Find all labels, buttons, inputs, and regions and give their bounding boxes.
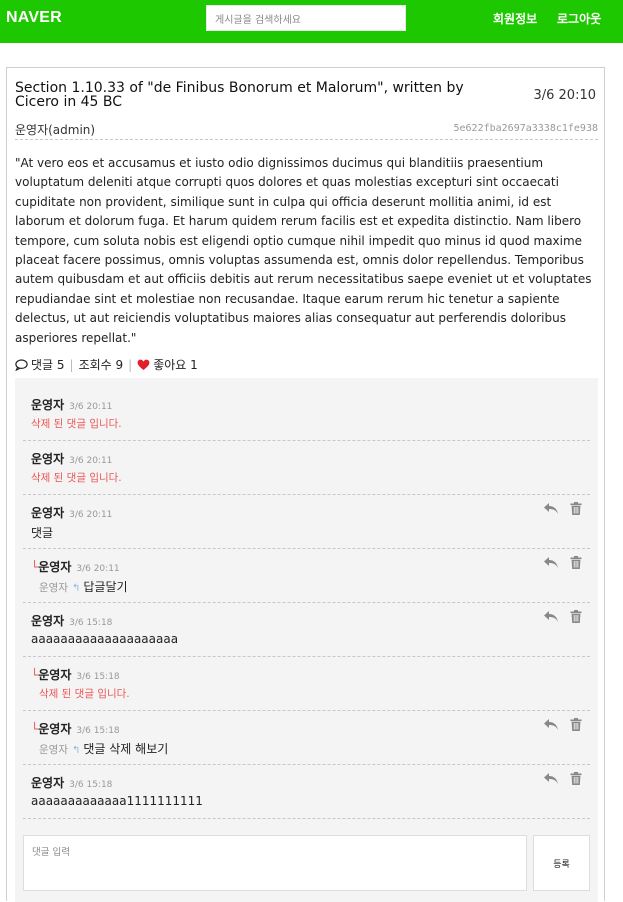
comment-item: 운영자 3/6 15:18 aaaaaaaaaaaaaaaaaaaa <box>23 603 590 657</box>
reply-icon[interactable] <box>543 502 559 515</box>
comment-actions <box>543 718 582 731</box>
comment-time: 3/6 20:11 <box>69 510 113 520</box>
post-date: 3/6 20:10 <box>533 88 596 103</box>
top-navigation-bar: NAVER 게시글을 검색하세요 회원정보 로그아웃 <box>0 0 623 43</box>
post-stats: 댓글 5 | 조회수 9 | 좋아요 1 <box>15 356 198 373</box>
comment-author: 운영자 <box>38 722 72 736</box>
reply-icon[interactable] <box>543 718 559 731</box>
comment-author: 운영자 <box>38 560 72 574</box>
reply-arrow-icon: ↰ <box>71 583 81 594</box>
comment-text: 답글달기 <box>83 580 128 594</box>
view-count: 조회수 9 <box>78 358 124 372</box>
comment-author: 운영자 <box>31 398 65 412</box>
comment-time: 3/6 15:18 <box>76 672 120 682</box>
reply-mention: 운영자 <box>39 744 68 756</box>
comment-actions <box>543 502 582 515</box>
stat-divider: | <box>69 357 74 372</box>
post-id: 5e622fba2697a3338c1fe938 <box>453 123 599 134</box>
post-author: 운영자(admin) <box>15 123 96 137</box>
reply-indicator-icon: └ <box>31 560 39 574</box>
post-meta: 운영자(admin) 5e622fba2697a3338c1fe938 <box>15 116 598 140</box>
reply-mention: 운영자 <box>39 582 68 594</box>
trash-icon[interactable] <box>570 610 582 623</box>
member-info-link[interactable]: 회원정보 <box>493 10 537 27</box>
comment-time: 3/6 15:18 <box>76 726 120 736</box>
comment-input[interactable]: 댓글 입력 <box>23 835 527 891</box>
trash-icon[interactable] <box>570 556 582 569</box>
comment-actions <box>543 610 582 623</box>
comment-reply-item: └ 운영자 3/6 15:18 운영자 ↰ 댓글 삭제 해보기 <box>23 711 590 765</box>
comment-text: aaaaaaaaaaaaaaaaaaaa <box>31 632 179 646</box>
comment-actions <box>543 772 582 785</box>
post-title: Section 1.10.33 of "de Finibus Bonorum e… <box>15 80 464 110</box>
reply-arrow-icon: ↰ <box>71 745 81 756</box>
comment-item: 운영자 3/6 20:11 댓글 <box>23 495 590 549</box>
post-card: Section 1.10.33 of "de Finibus Bonorum e… <box>6 67 605 902</box>
comment-text: 삭제 된 댓글 입니다. <box>31 472 122 484</box>
comment-text: 삭제 된 댓글 입니다. <box>31 418 122 430</box>
trash-icon[interactable] <box>570 502 582 515</box>
comment-item: 운영자 3/6 20:11 삭제 된 댓글 입니다. <box>23 441 590 495</box>
comment-actions <box>543 556 582 569</box>
reply-icon[interactable] <box>543 556 559 569</box>
submit-comment-button[interactable]: 등록 <box>533 835 590 891</box>
reply-indicator-icon: └ <box>31 668 39 682</box>
like-count[interactable]: 좋아요 1 <box>153 356 198 373</box>
comment-time: 3/6 20:11 <box>76 564 120 574</box>
comment-text: 댓글 <box>31 526 54 540</box>
logout-link[interactable]: 로그아웃 <box>557 10 601 27</box>
comment-author: 운영자 <box>31 776 65 790</box>
comment-reply-item: └ 운영자 3/6 20:11 운영자 ↰ 답글달기 <box>23 549 590 603</box>
reply-icon[interactable] <box>543 610 559 623</box>
comment-author: 운영자 <box>31 452 65 466</box>
heart-icon[interactable] <box>137 359 150 371</box>
comment-text: aaaaaaaaaaaaa1111111111 <box>31 794 203 808</box>
comment-author: 운영자 <box>38 668 72 682</box>
comment-author: 운영자 <box>31 614 65 628</box>
trash-icon[interactable] <box>570 718 582 731</box>
comment-time: 3/6 20:11 <box>69 456 113 466</box>
speech-bubble-icon <box>15 358 28 371</box>
comment-text: 삭제 된 댓글 입니다. <box>39 688 130 700</box>
post-body: "At vero eos et accusamus et iusto odio … <box>15 156 592 345</box>
comment-item: 운영자 3/6 20:11 삭제 된 댓글 입니다. <box>23 387 590 441</box>
comment-time: 3/6 15:18 <box>69 618 113 628</box>
comment-section: 운영자 3/6 20:11 삭제 된 댓글 입니다. 운영자 3/6 20:11… <box>15 378 598 902</box>
reply-indicator-icon: └ <box>31 722 39 736</box>
stat-divider: | <box>128 357 133 372</box>
comment-item: 운영자 3/6 15:18 aaaaaaaaaaaaa1111111111 <box>23 765 590 819</box>
trash-icon[interactable] <box>570 772 582 785</box>
comment-text: 댓글 삭제 해보기 <box>83 742 169 756</box>
comment-count: 댓글 5 <box>31 358 65 372</box>
search-input[interactable]: 게시글을 검색하세요 <box>206 5 406 31</box>
comment-time: 3/6 15:18 <box>69 780 113 790</box>
comment-author: 운영자 <box>31 506 65 520</box>
comment-reply-item: └ 운영자 3/6 15:18 삭제 된 댓글 입니다. <box>23 657 590 711</box>
comment-time: 3/6 20:11 <box>69 402 113 412</box>
reply-icon[interactable] <box>543 772 559 785</box>
brand-logo[interactable]: NAVER <box>6 9 62 27</box>
